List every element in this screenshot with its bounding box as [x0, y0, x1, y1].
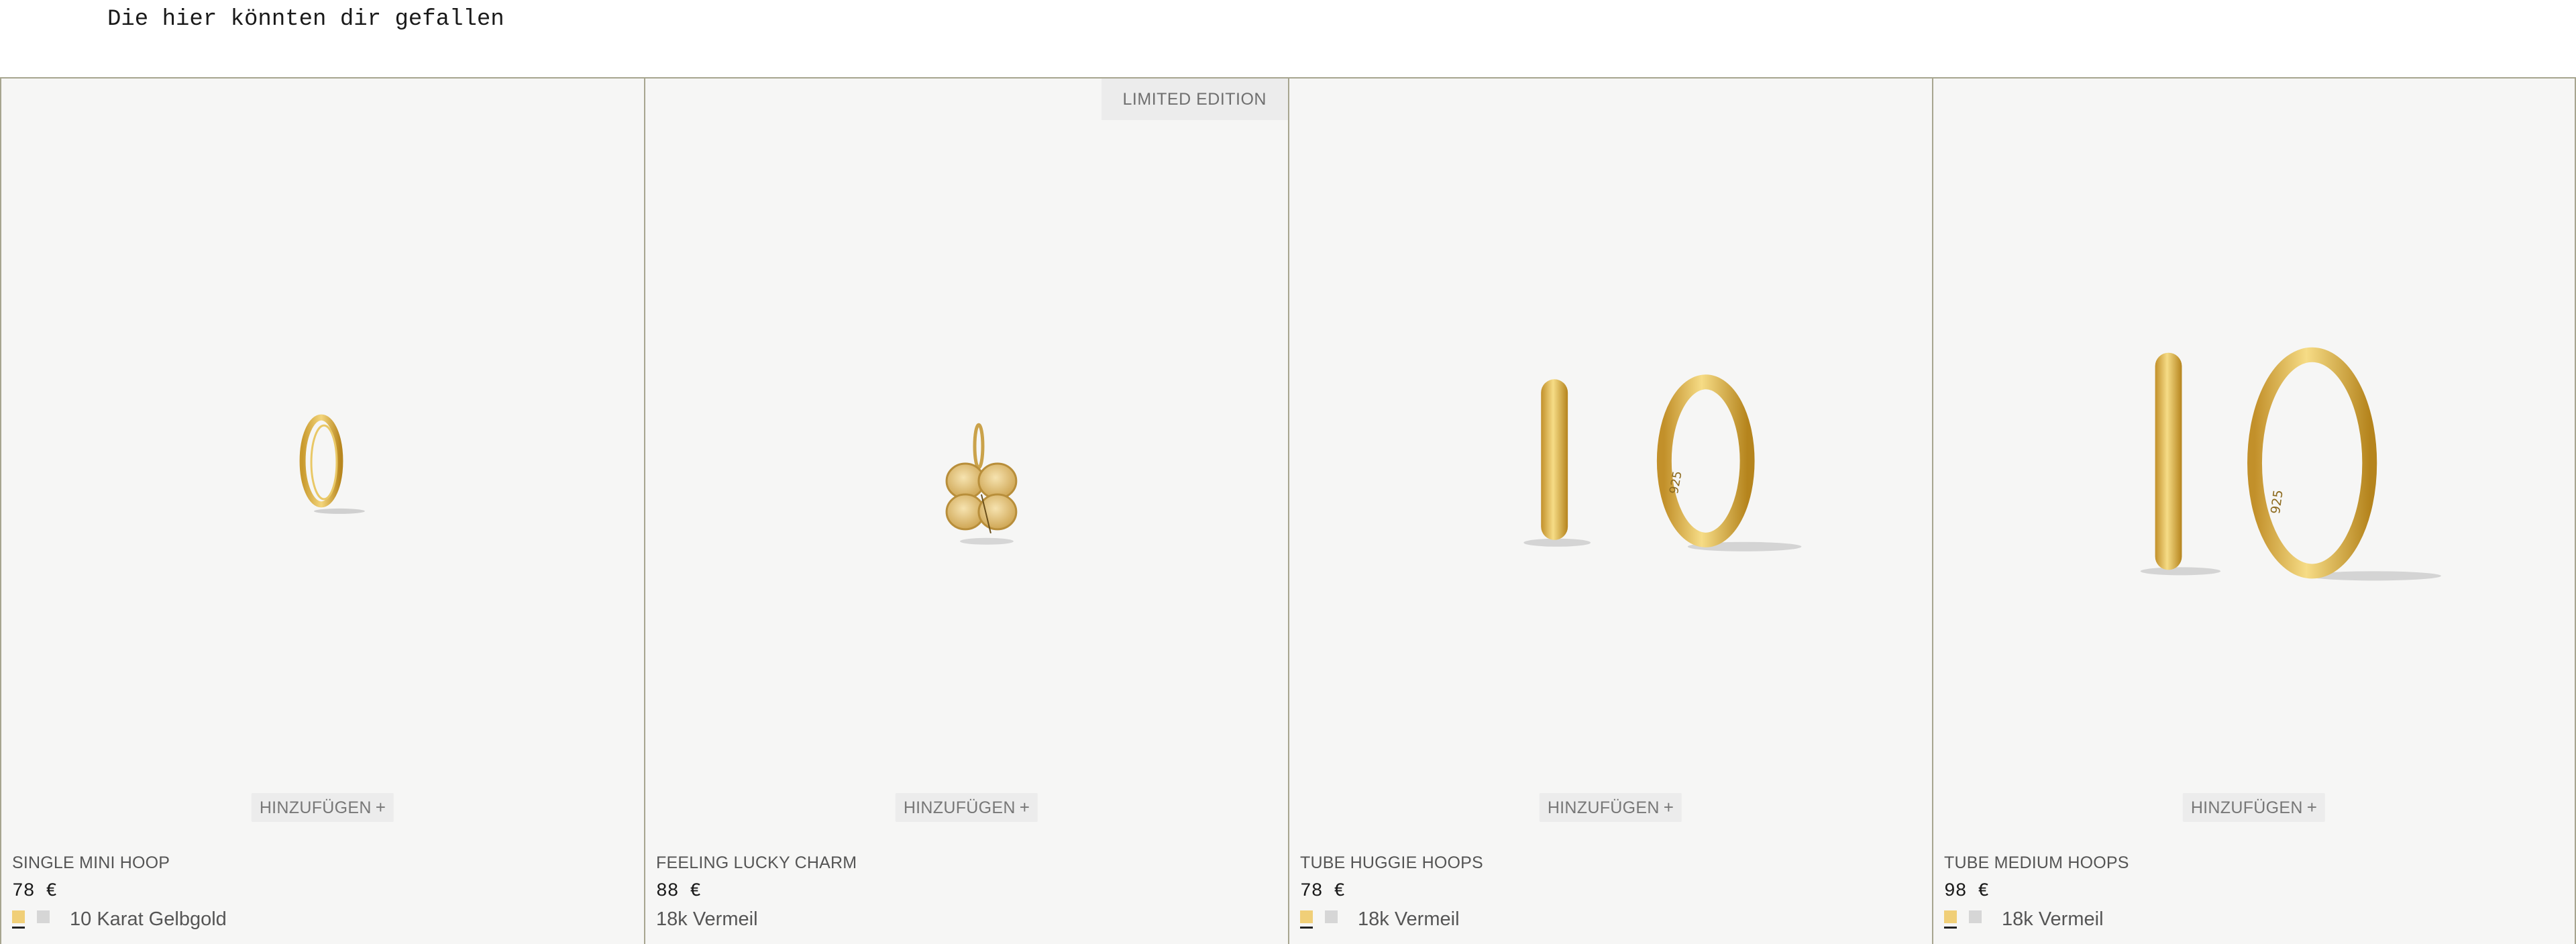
material-selector: 10 Karat Gelbgold — [12, 908, 629, 931]
svg-text:925: 925 — [2268, 489, 2286, 515]
product-price: 78 € — [12, 881, 58, 902]
product-card-feeling-lucky-charm[interactable]: LIMITED EDITION HINZUFÜGEN + FEELING LUCK… — [644, 78, 1288, 944]
product-card-single-mini-hoop[interactable]: HINZUFÜGEN + SINGLE MINI HOOP 78 € 10 Kar… — [0, 78, 644, 944]
product-name[interactable]: TUBE HUGGIE HOOPS — [1300, 853, 1917, 873]
material-selector: 18k Vermeil — [1300, 908, 1917, 931]
plus-icon: + — [1663, 797, 1674, 817]
product-grid: HINZUFÜGEN + SINGLE MINI HOOP 78 € 10 Kar… — [0, 77, 2576, 944]
material-label: 18k Vermeil — [656, 908, 758, 930]
add-to-cart-button[interactable]: HINZUFÜGEN + — [1539, 793, 1682, 822]
add-label: HINZUFÜGEN — [259, 798, 372, 817]
gold-swatch[interactable] — [1300, 910, 1313, 929]
gold-swatch[interactable] — [12, 910, 25, 929]
product-price: 88 € — [656, 881, 702, 902]
material-label: 18k Vermeil — [1358, 908, 1460, 930]
add-to-cart-button[interactable]: HINZUFÜGEN + — [2182, 793, 2326, 822]
silver-swatch[interactable] — [1969, 910, 1982, 929]
product-image[interactable] — [1, 78, 644, 870]
svg-text:925: 925 — [1667, 470, 1685, 494]
product-price: 78 € — [1300, 881, 1346, 902]
plus-icon: + — [1019, 797, 1030, 817]
limited-edition-badge: LIMITED EDITION — [1101, 78, 1288, 120]
add-to-cart-button[interactable]: HINZUFÜGEN + — [251, 793, 394, 822]
add-label: HINZUFÜGEN — [2190, 798, 2303, 817]
product-image[interactable] — [645, 78, 1288, 870]
product-name[interactable]: TUBE MEDIUM HOOPS — [1944, 853, 2561, 873]
material-label: 10 Karat Gelbgold — [70, 908, 227, 930]
product-card-tube-huggie-hoops[interactable]: 925 HINZUFÜGEN + TUBE HUGGIE HOOPS 78 € 1… — [1288, 78, 1932, 944]
section-heading: Die hier könnten dir gefallen — [107, 7, 504, 32]
product-card-tube-medium-hoops[interactable]: 925 HINZUFÜGEN + TUBE MEDIUM HOOPS 98 € 1… — [1932, 78, 2576, 944]
add-label: HINZUFÜGEN — [903, 798, 1016, 817]
product-image[interactable]: 925 — [1933, 78, 2575, 870]
material-selector: 18k Vermeil — [1944, 908, 2561, 931]
product-name[interactable]: FEELING LUCKY CHARM — [656, 853, 1273, 873]
product-price: 98 € — [1944, 881, 1990, 902]
material-label: 18k Vermeil — [2002, 908, 2104, 930]
product-image[interactable]: 925 — [1289, 78, 1932, 870]
silver-swatch[interactable] — [1325, 910, 1338, 929]
plus-icon: + — [2306, 797, 2318, 817]
plus-icon: + — [375, 797, 386, 817]
product-name[interactable]: SINGLE MINI HOOP — [12, 853, 629, 873]
silver-swatch[interactable] — [37, 910, 50, 929]
add-to-cart-button[interactable]: HINZUFÜGEN + — [895, 793, 1038, 822]
gold-swatch[interactable] — [1944, 910, 1957, 929]
add-label: HINZUFÜGEN — [1547, 798, 1660, 817]
material-row: 18k Vermeil — [656, 908, 1273, 931]
